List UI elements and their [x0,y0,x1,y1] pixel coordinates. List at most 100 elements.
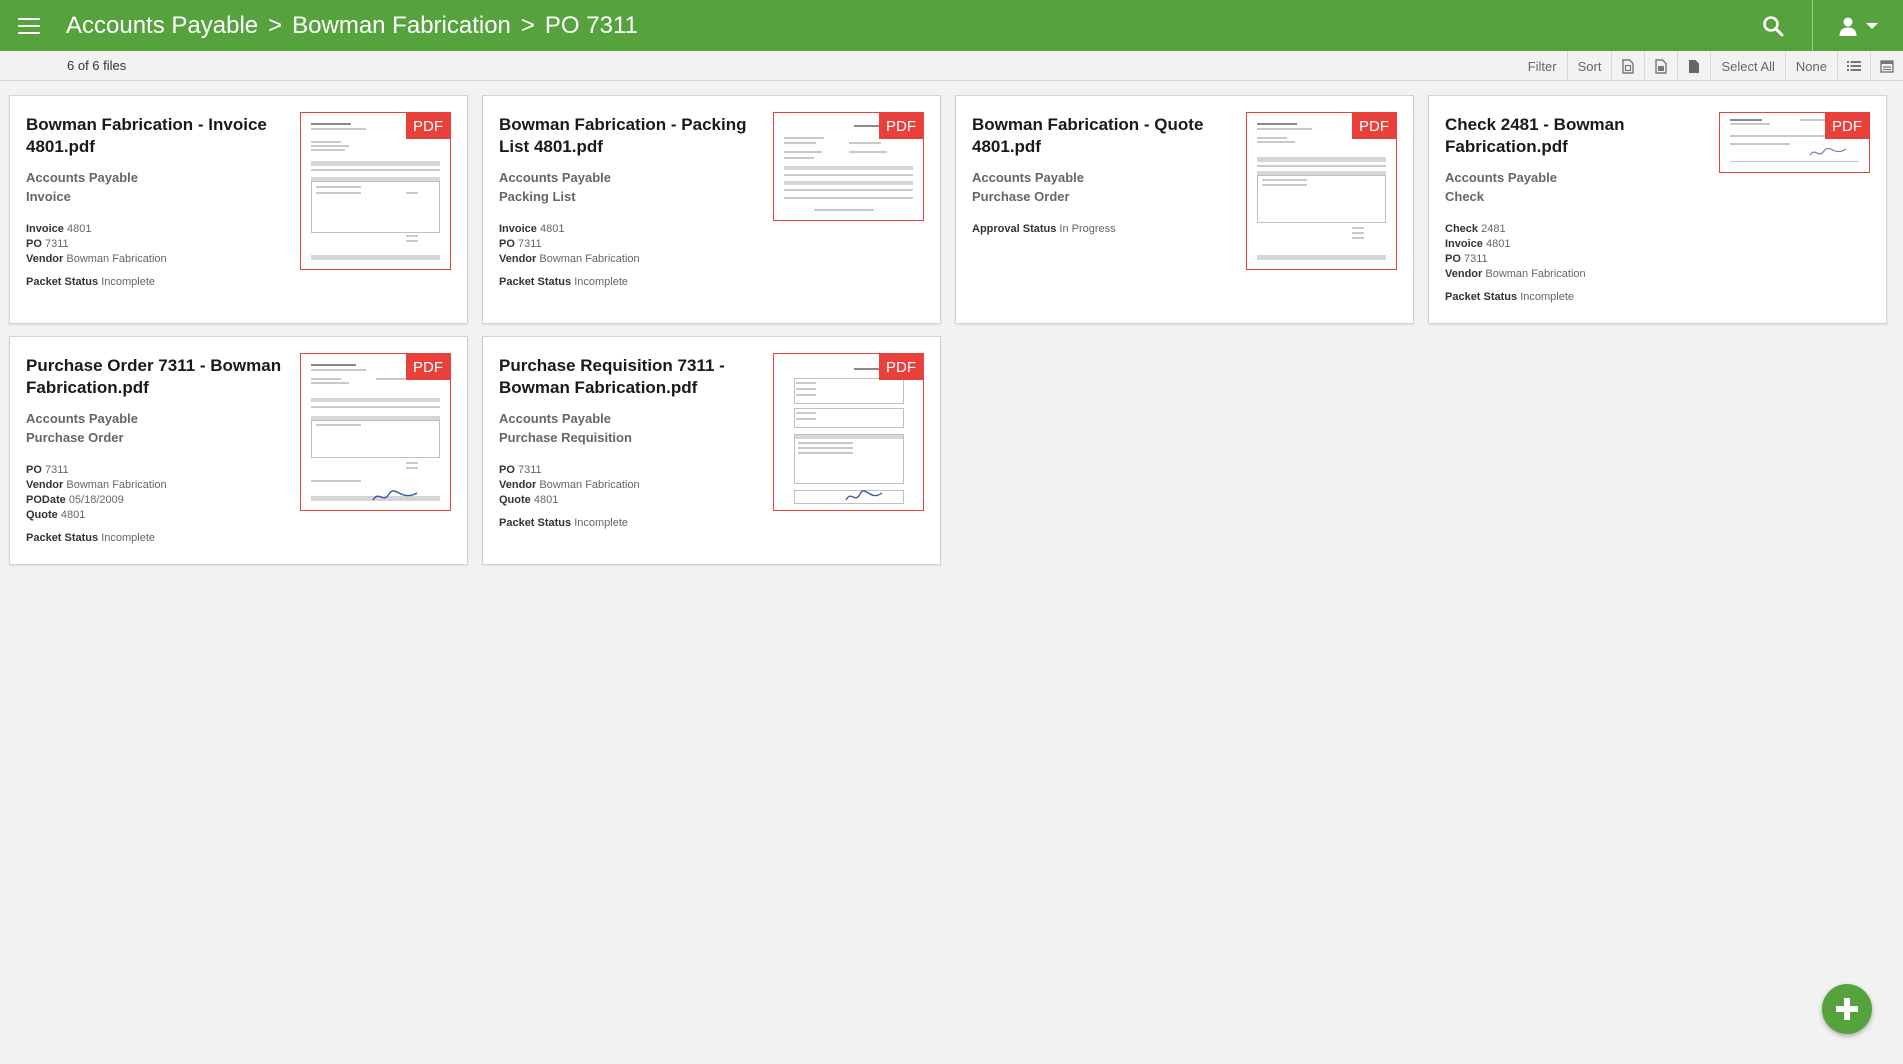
medium-thumbnail-view-button[interactable] [1644,51,1677,81]
status-row: Packet Status Incomplete [26,276,156,288]
select-all-button[interactable]: Select All [1710,51,1784,81]
toolbar-actions: Filter Sort Select All None [1518,51,1903,81]
field-row: Invoice 4801 [1445,238,1511,250]
document-medium-icon [1655,58,1668,74]
field-row: Invoice 4801 [499,223,565,235]
file-title[interactable]: Check 2481 - Bowman Fabrication.pdf [1445,114,1705,158]
file-fields: Approval Status In Progress [972,222,1232,237]
field-row: Vendor Bowman Fabrication [26,479,167,491]
breadcrumb: Accounts Payable > Bowman Fabrication > … [66,12,638,40]
field-row: Vendor Bowman Fabrication [1445,268,1586,280]
card-details: Bowman Fabrication - Packing List 4801.p… [499,114,759,290]
search-button[interactable] [1733,0,1813,51]
user-menu-button[interactable] [1813,0,1903,51]
file-card[interactable]: Purchase Requisition 7311 - Bowman Fabri… [482,336,941,565]
breadcrumb-accounts-payable[interactable]: Accounts Payable [66,12,258,40]
field-row: PO 7311 [1445,253,1488,265]
quote-preview [1257,121,1386,261]
file-card[interactable]: Bowman Fabrication - Packing List 4801.p… [482,95,941,324]
pdf-badge: PDF [406,354,450,380]
pdf-thumbnail[interactable]: PDF [300,112,451,270]
breadcrumb-po-7311[interactable]: PO 7311 [545,12,638,40]
plus-icon [1836,998,1858,1020]
pdf-badge: PDF [879,354,923,380]
pdf-thumbnail[interactable]: PDF [1246,112,1397,270]
add-file-button[interactable] [1822,984,1872,1034]
file-fields: Invoice 4801 PO 7311 Vendor Bowman Fabri… [499,222,759,290]
large-thumbnail-view-button[interactable] [1677,51,1710,81]
doc-type-label: Invoice [26,189,71,204]
file-title[interactable]: Purchase Requisition 7311 - Bowman Fabri… [499,355,759,399]
file-title[interactable]: Purchase Order 7311 - Bowman Fabrication… [26,355,286,399]
file-title[interactable]: Bowman Fabrication - Packing List 4801.p… [499,114,759,158]
file-card[interactable]: Bowman Fabrication - Invoice 4801.pdf Ac… [9,95,468,324]
list-view-button[interactable] [1837,51,1870,81]
chevron-down-icon [1866,22,1878,29]
field-row: Check 2481 [1445,223,1506,235]
pdf-thumbnail[interactable]: PDF [773,112,924,221]
status-row: Packet Status Incomplete [499,517,629,529]
card-details: Bowman Fabrication - Invoice 4801.pdf Ac… [26,114,286,290]
hamburger-menu-icon[interactable] [18,17,40,34]
field-row: Quote 4801 [499,494,559,506]
document-small-icon [1622,58,1635,74]
field-row: Invoice 4801 [26,223,92,235]
small-thumbnail-view-button[interactable] [1611,51,1644,81]
purchase-requisition-preview [784,362,913,504]
field-row: Quote 4801 [26,509,86,521]
pdf-badge: PDF [406,113,450,139]
top-bar: Accounts Payable > Bowman Fabrication > … [0,0,1903,51]
category-label: Accounts Payable [26,170,138,185]
file-title[interactable]: Bowman Fabrication - Quote 4801.pdf [972,114,1232,158]
file-fields: PO 7311 Vendor Bowman Fabrication PODate… [26,463,286,546]
category-label: Accounts Payable [1445,170,1557,185]
file-category: Accounts Payable Purchase Requisition [499,409,759,447]
file-category: Accounts Payable Invoice [26,168,286,206]
status-row: Approval Status In Progress [972,223,1116,235]
file-count: 6 of 6 files [67,58,127,73]
file-grid: Bowman Fabrication - Invoice 4801.pdf Ac… [9,95,1889,565]
select-none-button[interactable]: None [1784,51,1837,81]
doc-type-label: Purchase Order [26,430,124,445]
toolbar: 6 of 6 files Filter Sort Select All None [0,51,1903,81]
user-icon [1839,17,1857,36]
file-fields: Invoice 4801 PO 7311 Vendor Bowman Fabri… [26,222,286,290]
document-large-icon [1689,59,1700,73]
category-label: Accounts Payable [499,170,611,185]
pdf-thumbnail[interactable]: PDF [773,353,924,511]
file-category: Accounts Payable Purchase Order [972,168,1232,206]
pdf-badge: PDF [1825,113,1869,139]
file-category: Accounts Payable Packing List [499,168,759,206]
detail-view-button[interactable] [1870,51,1903,81]
card-details: Bowman Fabrication - Quote 4801.pdf Acco… [972,114,1232,237]
field-row: Vendor Bowman Fabrication [26,253,167,265]
field-row: PO 7311 [26,464,69,476]
file-fields: Check 2481 Invoice 4801 PO 7311 Vendor B… [1445,222,1705,305]
category-label: Accounts Payable [499,411,611,426]
field-row: PO 7311 [26,238,69,250]
card-details: Purchase Order 7311 - Bowman Fabrication… [26,355,286,546]
file-title[interactable]: Bowman Fabrication - Invoice 4801.pdf [26,114,286,158]
doc-type-label: Purchase Requisition [499,430,632,445]
file-fields: PO 7311 Vendor Bowman Fabrication Quote … [499,463,759,531]
signature-icon [372,490,418,501]
purchase-order-preview [311,362,440,502]
file-card[interactable]: Purchase Order 7311 - Bowman Fabrication… [9,336,468,565]
invoice-preview [311,121,440,261]
category-label: Accounts Payable [972,170,1084,185]
sort-button[interactable]: Sort [1566,51,1612,81]
doc-type-label: Check [1445,189,1485,204]
breadcrumb-bowman-fabrication[interactable]: Bowman Fabrication [292,12,511,40]
filter-button[interactable]: Filter [1518,51,1567,81]
top-right-actions [1733,0,1903,51]
search-icon [1762,15,1783,36]
pdf-thumbnail[interactable]: PDF [300,353,451,511]
field-row: PO 7311 [499,464,542,476]
pdf-thumbnail[interactable]: PDF [1719,112,1870,173]
file-card[interactable]: Bowman Fabrication - Quote 4801.pdf Acco… [955,95,1414,324]
breadcrumb-separator: > [268,11,283,39]
status-row: Packet Status Incomplete [1445,291,1575,303]
doc-type-label: Purchase Order [972,189,1070,204]
file-card[interactable]: Check 2481 - Bowman Fabrication.pdf Acco… [1428,95,1887,324]
card-details: Purchase Requisition 7311 - Bowman Fabri… [499,355,759,531]
